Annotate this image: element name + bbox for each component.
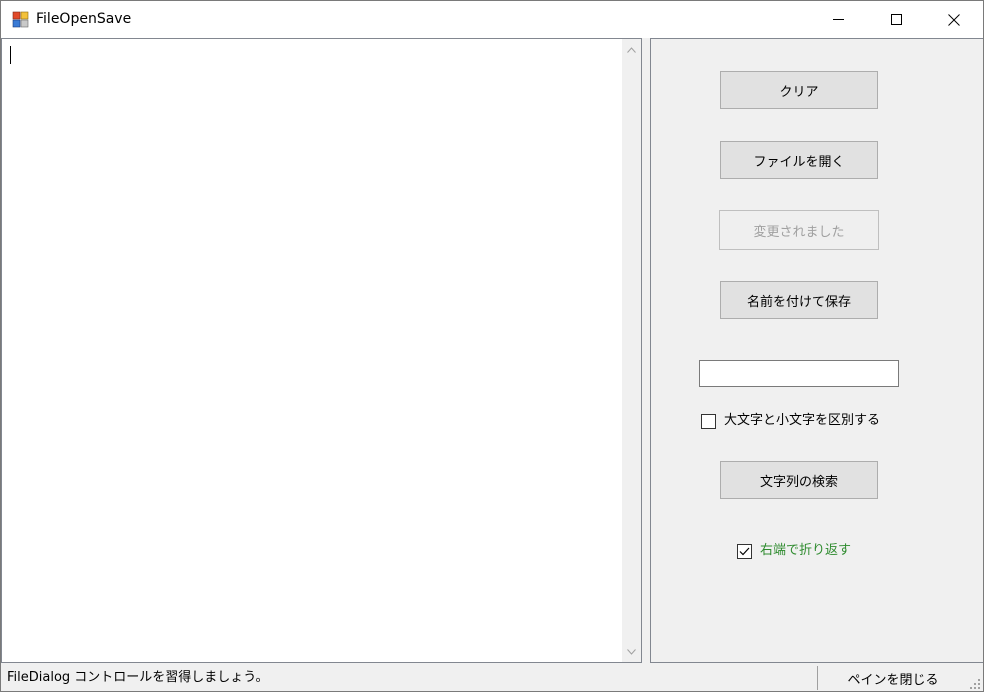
search-button[interactable]: 文字列の検索 [720,461,878,499]
chevron-up-icon [627,46,636,53]
resize-grip-icon[interactable] [969,678,981,690]
app-icon [12,11,29,28]
case-sensitive-label: 大文字と小文字を区別する [724,413,881,428]
save-as-button[interactable]: 名前を付けて保存 [720,281,878,319]
minimize-icon [832,19,844,20]
status-message: FileDialog コントロールを習得しましょう。 [7,670,269,685]
minimize-button[interactable] [809,1,867,38]
search-input[interactable] [699,360,899,387]
window-title: FileOpenSave [36,11,132,27]
status-separator [817,666,818,690]
maximize-button[interactable] [867,1,925,38]
status-bar: FileDialog コントロールを習得しましょう。 ペインを閉じる [1,663,983,691]
main-window: FileOpenSave クリア ファイルを開く 変更されました 名前を付けて保… [0,0,984,692]
text-editor[interactable] [1,38,642,663]
title-bar[interactable]: FileOpenSave [1,1,983,38]
checkmark-icon [739,547,750,555]
right-panel: クリア ファイルを開く 変更されました 名前を付けて保存 大文字と小文字を区別す… [650,38,983,663]
changed-button[interactable]: 変更されました [719,210,879,250]
close-button[interactable] [925,1,983,38]
close-pane-button[interactable]: ペインを閉じる [819,667,967,689]
scroll-down-button[interactable] [622,643,641,660]
open-file-button[interactable]: ファイルを開く [720,141,878,179]
scroll-up-button[interactable] [622,41,641,58]
maximize-icon [890,14,902,25]
text-caret [10,46,11,64]
case-sensitive-checkbox[interactable] [701,413,716,429]
clear-button[interactable]: クリア [720,71,878,109]
chevron-down-icon [627,648,636,655]
case-sensitive-checkbox-row[interactable]: 大文字と小文字を区別する [701,412,880,430]
vertical-scrollbar[interactable] [622,39,641,662]
word-wrap-checkbox-row[interactable]: 右端で折り返す [737,542,851,560]
word-wrap-label: 右端で折り返す [760,543,852,558]
word-wrap-checkbox[interactable] [737,543,752,559]
close-icon [948,13,960,26]
